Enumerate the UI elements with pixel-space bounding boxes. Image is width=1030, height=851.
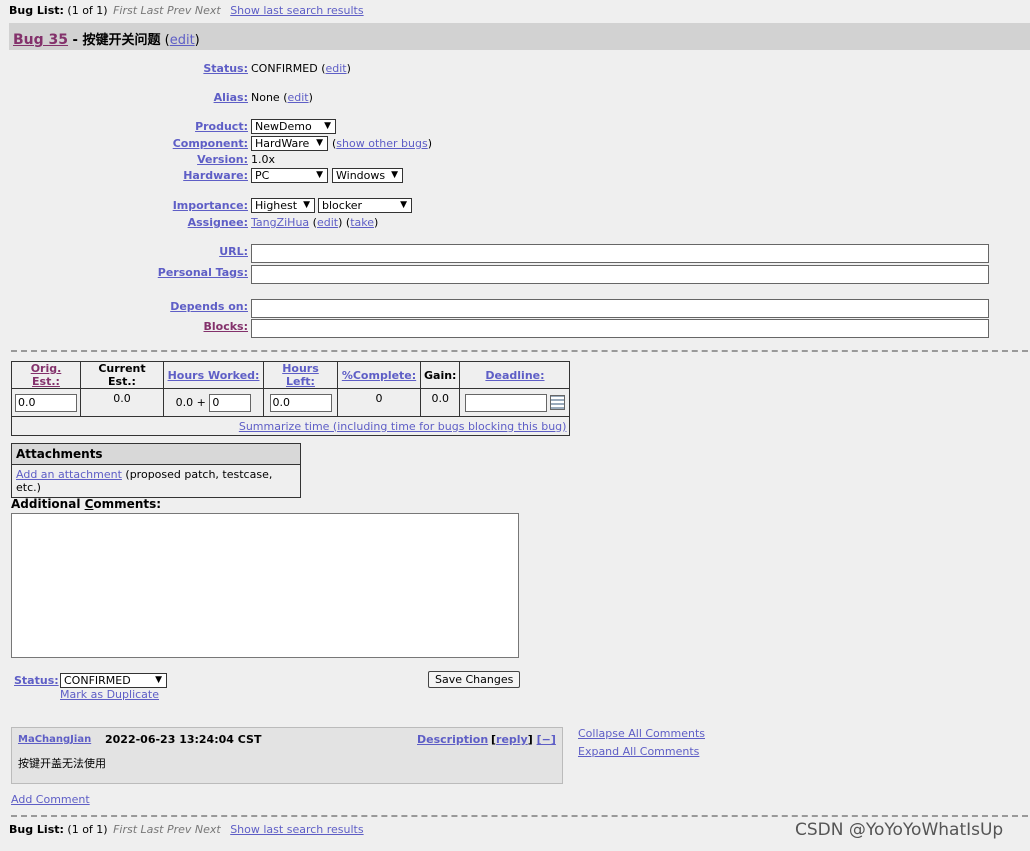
mark-duplicate-link[interactable]: Mark as Duplicate (60, 688, 159, 701)
add-comment-link[interactable]: Add Comment (11, 793, 90, 806)
blocks-input[interactable] (251, 319, 989, 338)
buglist-label: Bug List: (9, 4, 64, 17)
alias-label[interactable]: Alias: (214, 91, 248, 104)
assignee-label[interactable]: Assignee: (188, 216, 248, 229)
orig-est-header[interactable]: Orig. Est.: (31, 362, 62, 388)
chevron-down-icon: ▼ (400, 200, 407, 210)
priority-select[interactable]: Highest ▼ (251, 198, 315, 213)
gain-value: 0.0 (419, 388, 461, 417)
bug-summary: 按键开关问题 (82, 33, 161, 48)
collapse-comment-link[interactable]: [−] (537, 733, 556, 746)
orig-est-input[interactable]: 0.0 (15, 393, 77, 412)
buglist-count: (1 of 1) (67, 4, 108, 17)
comment-textarea[interactable] (11, 513, 519, 658)
chevron-down-icon: ▼ (316, 170, 323, 180)
comment-body: 按键开盖无法使用 (18, 757, 106, 770)
divider-bottom (11, 815, 1028, 817)
show-other-bugs-link[interactable]: show other bugs (336, 137, 427, 150)
bug-id-link[interactable]: Bug 35 (13, 32, 68, 48)
bug-title-bar: Bug 35 - 按键开关问题 (edit) (9, 23, 1030, 50)
depends-on-label[interactable]: Depends on: (170, 300, 248, 313)
platform-select[interactable]: PC ▼ (251, 168, 328, 183)
status-edit-link[interactable]: edit (326, 62, 347, 75)
depends-on-input[interactable] (251, 299, 989, 318)
alias-value-row: None (edit) (251, 91, 313, 104)
hours-left-header[interactable]: Hours Left: (282, 362, 319, 388)
edit-summary-link[interactable]: edit (170, 33, 195, 48)
buglist-nav: First Last Prev Next (113, 4, 221, 17)
show-last-search-link[interactable]: Show last search results (230, 4, 363, 17)
version-value: 1.0x (251, 153, 276, 166)
deadline-input[interactable] (464, 393, 547, 412)
buglist-bottom: Bug List: (1 of 1) First Last Prev Next … (9, 823, 364, 836)
hours-left-input[interactable]: 0.0 (269, 393, 332, 412)
assignee-edit-link[interactable]: edit (317, 216, 338, 229)
alias-value: None (251, 91, 280, 104)
product-label[interactable]: Product: (195, 120, 248, 133)
hardware-label[interactable]: Hardware: (183, 169, 248, 182)
importance-label[interactable]: Importance: (173, 199, 248, 212)
severity-select[interactable]: blocker ▼ (318, 198, 412, 213)
comment-date: 2022-06-23 13:24:04 CST (105, 733, 262, 746)
product-select[interactable]: NewDemo ▼ (251, 119, 336, 134)
comment-author-link[interactable]: MaChangJian (18, 734, 91, 745)
hours-worked-value: 0.0 + (175, 395, 206, 409)
personal-tags-input[interactable] (251, 265, 989, 284)
blocks-label[interactable]: Blocks: (204, 320, 249, 333)
hours-worked-input[interactable]: 0 (209, 393, 252, 412)
expand-all-comments-link[interactable]: Expand All Comments (578, 745, 699, 758)
watermark: CSDN @YoYoYoWhatIsUp (795, 820, 1004, 840)
summarize-time-link[interactable]: Summarize time (including time for bugs … (239, 420, 567, 433)
calendar-icon[interactable] (549, 395, 565, 410)
divider (11, 350, 1028, 352)
buglist-top: Bug List: (1 of 1) First Last Prev Next … (9, 4, 364, 17)
additional-comments-label: Additional Comments: (11, 497, 162, 511)
comment-description-link[interactable]: Description (417, 733, 488, 746)
version-label[interactable]: Version: (197, 153, 248, 166)
url-input[interactable] (251, 244, 989, 263)
save-changes-button[interactable]: Save Changes (428, 671, 521, 688)
deadline-header[interactable]: Deadline: (485, 369, 544, 382)
buglist-label: Bug List: (9, 823, 64, 836)
chevron-down-icon: ▼ (324, 121, 331, 131)
assignee-link[interactable]: TangZiHua (251, 216, 309, 229)
status-value-row: CONFIRMED (edit) (251, 62, 351, 75)
reply-link[interactable]: reply (496, 733, 528, 746)
status-bottom-label[interactable]: Status: (14, 674, 59, 687)
comment-description: MaChangJian 2022-06-23 13:24:04 CST Desc… (11, 727, 563, 784)
show-last-search-link[interactable]: Show last search results (230, 823, 363, 836)
chevron-down-icon: ▼ (155, 675, 162, 685)
title-sep: - (68, 33, 83, 48)
attachments-title: Attachments (12, 444, 300, 465)
chevron-down-icon: ▼ (316, 138, 323, 148)
buglist-count: (1 of 1) (67, 823, 108, 836)
buglist-nav: First Last Prev Next (113, 823, 221, 836)
component-label[interactable]: Component: (173, 137, 248, 150)
chevron-down-icon: ▼ (303, 200, 310, 210)
time-tracking-table: Orig. Est.: Current Est.: Hours Worked: … (10, 361, 571, 436)
hours-worked-header[interactable]: Hours Worked: (168, 369, 260, 382)
add-attachment-link[interactable]: Add an attachment (16, 468, 122, 481)
url-label[interactable]: URL: (219, 245, 248, 258)
status-label[interactable]: Status: (203, 62, 248, 75)
status-bottom-select[interactable]: CONFIRMED ▼ (60, 673, 167, 688)
chevron-down-icon: ▼ (391, 170, 398, 180)
gain-header: Gain: (419, 361, 461, 389)
personal-tags-label[interactable]: Personal Tags: (158, 266, 248, 279)
component-select[interactable]: HardWare ▼ (251, 136, 328, 151)
assignee-take-link[interactable]: take (350, 216, 374, 229)
alias-edit-link[interactable]: edit (288, 91, 309, 104)
current-est-header: Current Est.: (80, 361, 164, 389)
collapse-all-comments-link[interactable]: Collapse All Comments (578, 727, 705, 740)
status-value: CONFIRMED (251, 62, 318, 75)
attachments-box: Attachments Add an attachment (proposed … (11, 443, 301, 498)
current-est-value: 0.0 (80, 388, 164, 417)
complete-value: 0 (337, 388, 421, 417)
os-select[interactable]: Windows ▼ (332, 168, 403, 183)
complete-header[interactable]: %Complete: (342, 369, 416, 382)
